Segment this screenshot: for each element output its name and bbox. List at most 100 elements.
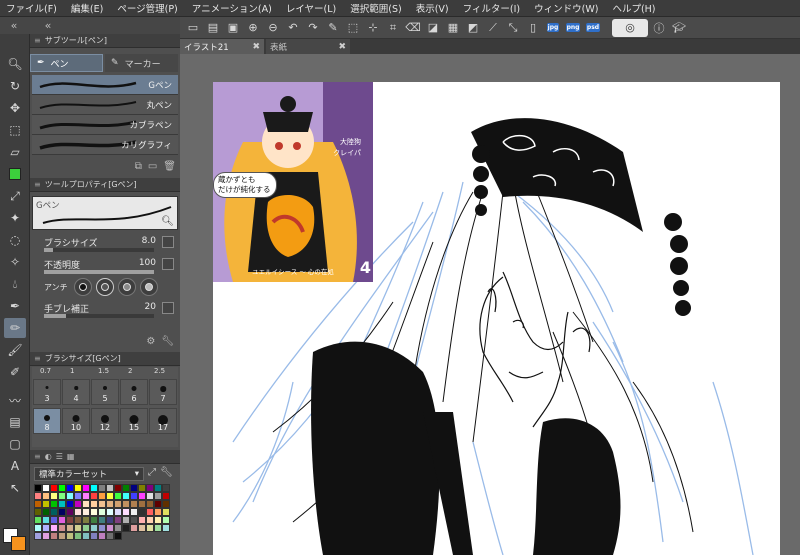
brush-tool-icon[interactable]: 🖌︎: [4, 340, 26, 360]
grip-icon[interactable]: ≡: [34, 180, 41, 189]
airbrush-tool-icon[interactable]: ✐: [4, 362, 26, 382]
color-swatch[interactable]: [98, 516, 106, 524]
color-swatch[interactable]: [138, 492, 146, 500]
color-swatch[interactable]: [34, 516, 42, 524]
color-swatch[interactable]: [162, 508, 170, 516]
invert-icon[interactable]: ◩: [464, 19, 482, 37]
color-swatch[interactable]: [42, 516, 50, 524]
transform-icon[interactable]: ◪: [424, 19, 442, 37]
color-swatch[interactable]: [90, 492, 98, 500]
menu-file[interactable]: ファイル(F): [6, 1, 57, 15]
brush-g-pen[interactable]: Gペン: [32, 75, 178, 95]
color-swatch[interactable]: [106, 492, 114, 500]
color-swatch[interactable]: [42, 492, 50, 500]
color-swatch[interactable]: [138, 524, 146, 532]
color-swatch[interactable]: [66, 508, 74, 516]
size-label[interactable]: 2: [128, 367, 132, 375]
color-swatch[interactable]: [146, 500, 154, 508]
copy-subtool-icon[interactable]: ⧉: [135, 161, 142, 172]
color-swatch[interactable]: [106, 508, 114, 516]
color-swatch[interactable]: [58, 532, 66, 540]
color-swatch[interactable]: [114, 516, 122, 524]
antialias-weak-option[interactable]: [96, 278, 114, 296]
color-swatch[interactable]: [106, 516, 114, 524]
menu-selection[interactable]: 選択範囲(S): [350, 1, 401, 15]
open-folder-icon[interactable]: ▤: [204, 19, 222, 37]
export-jpg-icon[interactable]: jpg: [544, 19, 562, 37]
color-swatch[interactable]: [146, 508, 154, 516]
size-label[interactable]: 1: [70, 367, 74, 375]
color-swatch[interactable]: [58, 500, 66, 508]
size-label[interactable]: 0.7: [40, 367, 51, 375]
new-file-icon[interactable]: ▭: [184, 19, 202, 37]
color-swatch[interactable]: [90, 516, 98, 524]
tab-marker[interactable]: ✎ マーカー: [105, 54, 178, 72]
grip-icon[interactable]: ≡: [34, 452, 41, 461]
color-swatch[interactable]: [154, 524, 162, 532]
color-swatch[interactable]: [90, 532, 98, 540]
color-swatch[interactable]: [146, 524, 154, 532]
color-swatch[interactable]: [122, 508, 130, 516]
magnifier-icon[interactable]: 🔍︎: [161, 216, 174, 227]
wrench-icon[interactable]: 🔧︎: [160, 467, 173, 481]
color-swatch[interactable]: [130, 492, 138, 500]
color-swatch[interactable]: [82, 524, 90, 532]
size-option[interactable]: 15: [120, 408, 148, 434]
color-swatch[interactable]: [66, 484, 74, 492]
color-swatch[interactable]: [42, 524, 50, 532]
color-swatch[interactable]: [114, 524, 122, 532]
color-swatch[interactable]: [74, 532, 82, 540]
delete-subtool-icon[interactable]: 🗑︎: [163, 161, 176, 172]
new-subtool-icon[interactable]: ▭: [148, 161, 157, 172]
color-swatch[interactable]: [66, 524, 74, 532]
size-label[interactable]: 2.5: [154, 367, 165, 375]
clip-studio-icon[interactable]: ◎: [612, 18, 648, 37]
color-swatch[interactable]: [66, 516, 74, 524]
rotate-tool-icon[interactable]: ↻: [4, 76, 26, 96]
brush-size-slider[interactable]: [44, 248, 154, 252]
color-swatch[interactable]: [122, 524, 130, 532]
color-swatch[interactable]: [122, 516, 130, 524]
opacity-toggle[interactable]: [162, 258, 174, 270]
color-swatch[interactable]: [66, 532, 74, 540]
color-swatch[interactable]: [34, 508, 42, 516]
color-swatch[interactable]: [66, 492, 74, 500]
color-swatch[interactable]: [90, 508, 98, 516]
color-swatch[interactable]: [162, 484, 170, 492]
lasso-tool-icon[interactable]: ◌: [4, 230, 26, 250]
color-swatch[interactable]: [58, 508, 66, 516]
tab-illust21[interactable]: イラスト21 ✖: [180, 39, 264, 54]
color-swatch[interactable]: [138, 484, 146, 492]
color-swatch[interactable]: [98, 532, 106, 540]
color-swatch[interactable]: [130, 508, 138, 516]
select-tool-icon[interactable]: ⬚: [4, 120, 26, 140]
menu-filter[interactable]: フィルター(I): [463, 1, 521, 15]
color-swatch[interactable]: [130, 516, 138, 524]
color-swatch[interactable]: [58, 492, 66, 500]
color-swatch[interactable]: [74, 524, 82, 532]
export-psd-icon[interactable]: psd: [584, 19, 602, 37]
color-swatch[interactable]: [42, 500, 50, 508]
close-icon[interactable]: ✖: [338, 42, 346, 52]
text-tool-icon[interactable]: A: [4, 456, 26, 476]
color-swatch[interactable]: [82, 484, 90, 492]
color-swatch[interactable]: [162, 524, 170, 532]
color-swatch[interactable]: [130, 500, 138, 508]
color-swatch[interactable]: [154, 508, 162, 516]
magic-wand-icon[interactable]: ✧: [4, 252, 26, 272]
color-swatch[interactable]: [122, 492, 130, 500]
eyedropper-tool-icon[interactable]: ⤢: [4, 186, 26, 206]
size-option[interactable]: 12: [91, 408, 119, 434]
menu-help[interactable]: ヘルプ(H): [612, 1, 655, 15]
lock-icon[interactable]: ▯: [524, 19, 542, 37]
reference-image[interactable]: 蔵かずとも だけが純化する 大陸狗 クレイパ 4 ユエルイシース ～ 心の在処: [213, 82, 373, 282]
background-color-chip[interactable]: [11, 536, 26, 551]
antialias-strong-option[interactable]: [140, 278, 158, 296]
antialias-none-option[interactable]: [74, 278, 92, 296]
color-swatch[interactable]: [82, 492, 90, 500]
brush-kabura-pen[interactable]: カブラペン: [32, 115, 178, 135]
color-swatch[interactable]: [106, 500, 114, 508]
layer-move-icon[interactable]: [4, 164, 26, 184]
color-swatch[interactable]: [42, 508, 50, 516]
color-swatch[interactable]: [154, 492, 162, 500]
